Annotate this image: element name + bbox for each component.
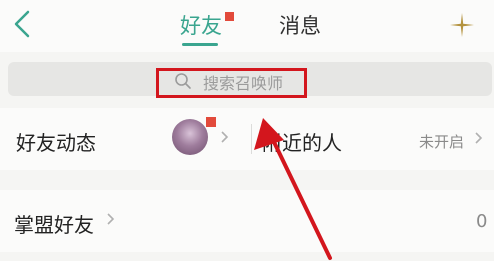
- tab-friends-label: 好友: [180, 14, 222, 38]
- friend-activity-label[interactable]: 好友动态: [16, 127, 96, 156]
- chevron-right-icon[interactable]: [474, 131, 484, 145]
- tab-friends[interactable]: 好友: [180, 10, 234, 40]
- notification-badge: [206, 117, 216, 127]
- plus-sparkle-icon[interactable]: [448, 11, 476, 39]
- top-bar: [0, 0, 494, 52]
- active-tab-indicator: [182, 43, 218, 46]
- nearby-people-label[interactable]: 附近的人: [262, 127, 342, 156]
- chevron-left-icon[interactable]: [10, 8, 34, 40]
- avatar[interactable]: [172, 119, 208, 155]
- tab-messages-label: 消息: [279, 14, 321, 38]
- chevron-right-icon[interactable]: [106, 212, 116, 226]
- league-friends-count: 0: [476, 211, 488, 232]
- league-friends-label[interactable]: 掌盟好友: [14, 209, 94, 238]
- notification-badge: [225, 12, 234, 21]
- highlight-box: [156, 68, 307, 98]
- tab-messages[interactable]: 消息: [279, 10, 321, 40]
- divider: [251, 124, 252, 154]
- chevron-right-icon[interactable]: [220, 130, 230, 144]
- nearby-status: 未开启: [419, 133, 465, 151]
